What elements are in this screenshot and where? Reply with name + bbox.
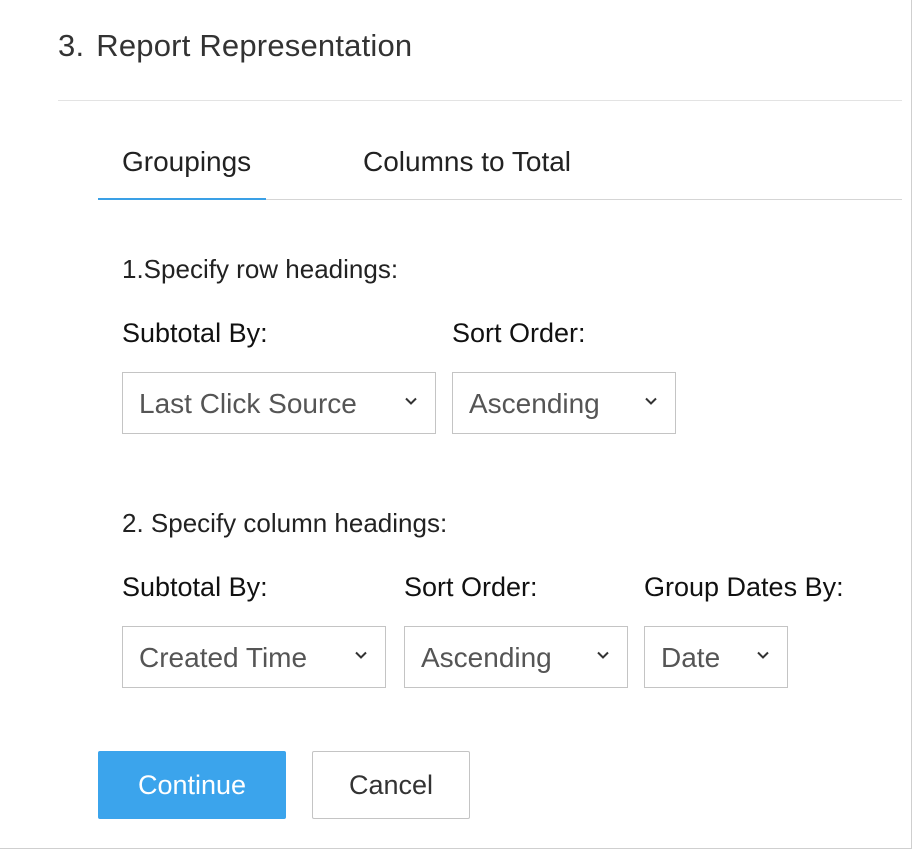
cancel-button[interactable]: Cancel	[312, 751, 470, 819]
row-headings-heading: 1.Specify row headings:	[122, 254, 399, 284]
row-subtotal-value: Last Click Source	[139, 388, 357, 419]
group-dates-by-value: Date	[661, 642, 721, 673]
row-sort-order-value: Ascending	[469, 388, 600, 419]
column-subtotal-value: Created Time	[139, 642, 308, 673]
column-sort-order-label: Sort Order:	[404, 572, 538, 602]
step-title-text: Report Representation	[96, 28, 413, 63]
step-number: 3.	[58, 28, 85, 63]
chevron-down-icon	[597, 651, 609, 659]
continue-button[interactable]: Continue	[98, 751, 286, 819]
row-subtotal-select[interactable]: Last Click Source	[122, 372, 436, 434]
column-subtotal-select[interactable]: Created Time	[122, 626, 386, 688]
group-dates-by-label: Group Dates By:	[644, 572, 844, 602]
tab-groupings[interactable]: Groupings	[122, 146, 251, 178]
tab-columns-to-total[interactable]: Columns to Total	[363, 146, 571, 178]
column-subtotal-label: Subtotal By:	[122, 572, 268, 602]
row-subtotal-label: Subtotal By:	[122, 318, 268, 348]
column-headings-heading: 2. Specify column headings:	[122, 508, 448, 538]
chevron-down-icon	[645, 397, 657, 405]
column-sort-order-select[interactable]: Ascending	[404, 626, 628, 688]
chevron-down-icon	[405, 397, 417, 405]
group-dates-by-select[interactable]: Date	[644, 626, 788, 688]
title-divider	[58, 100, 902, 101]
row-sort-order-select[interactable]: Ascending	[452, 372, 676, 434]
row-sort-order-label: Sort Order:	[452, 318, 586, 348]
chevron-down-icon	[355, 651, 367, 659]
active-tab-indicator	[98, 198, 266, 200]
section-title: 3. Report Representation	[58, 28, 412, 64]
tab-bar: Groupings Columns to Total	[98, 140, 902, 200]
column-sort-order-value: Ascending	[421, 642, 552, 673]
chevron-down-icon	[757, 651, 769, 659]
